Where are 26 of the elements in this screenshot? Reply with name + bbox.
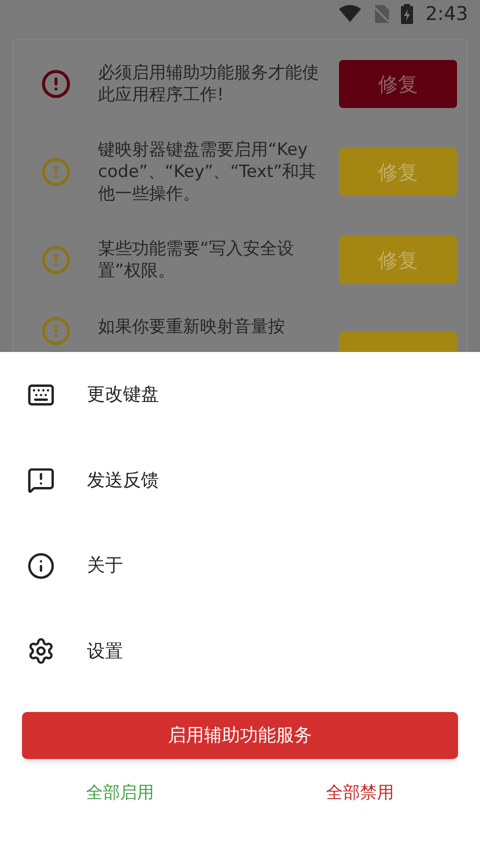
alert-icon [40,316,70,346]
menu-item[interactable]: 发送反馈 [0,438,480,523]
settings-icon [26,637,54,666]
bulk-action-link[interactable]: 全部启用 [86,781,154,806]
issue-text: 键映射器键盘需要启用“Key code”、“Key”、“Text”和其他一些操作。 [98,138,318,204]
wifi-icon [339,5,362,24]
issue-text: 某些功能需要“写入安全设置”权限。 [98,238,295,282]
menu-item[interactable]: 关于 [0,523,480,608]
menu-item[interactable]: 设置 [0,608,480,694]
menu-label: 设置 [87,640,123,664]
issue-text: 如果你要重新映射音量按 [98,316,286,338]
alert-icon [40,244,70,274]
battery-icon [401,4,414,24]
menu-item[interactable]: 更改键盘 [0,352,480,438]
info-icon [26,552,54,580]
menu-label: 关于 [87,554,123,578]
issue-text: 必须启用辅助功能服务才能使此应用程序工作! [98,62,320,106]
alert-icon [40,156,70,186]
alert-icon [40,68,70,98]
menu-label: 更改键盘 [87,383,159,408]
status-time: 2:43 [425,2,468,27]
bulk-action-link[interactable]: 全部禁用 [326,781,394,806]
menu-label: 发送反馈 [87,468,159,493]
feedback-icon [26,466,54,494]
enable-service-button[interactable]: 启用辅助功能服务 [22,712,458,759]
no-sim-icon [373,5,390,24]
